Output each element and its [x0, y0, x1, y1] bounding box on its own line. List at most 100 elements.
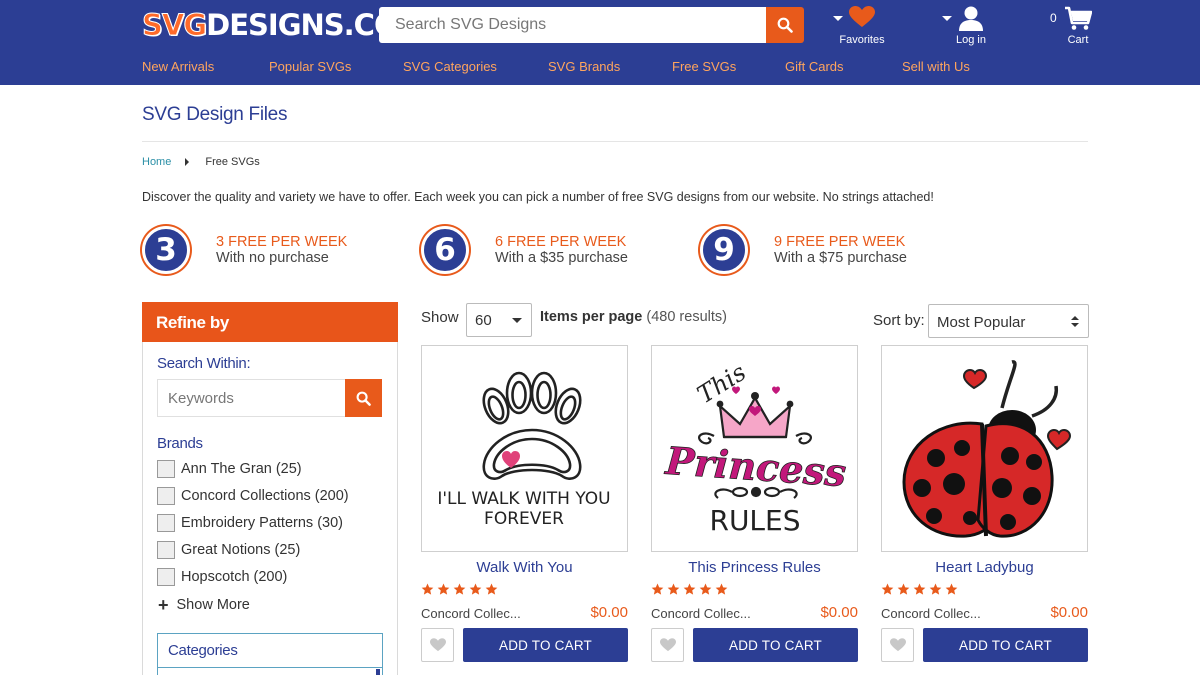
brand-filter-embroidery-patterns[interactable]: Embroidery Patterns (30)	[157, 514, 343, 532]
product-brand: Concord Collec...	[651, 606, 751, 621]
sort-value: Most Popular	[937, 314, 1026, 331]
categories-divider	[158, 667, 382, 668]
login-label: Log in	[956, 34, 986, 46]
plus-icon: +	[158, 595, 169, 615]
add-to-cart-button[interactable]: ADD TO CART	[693, 628, 858, 662]
add-to-cart-button[interactable]: ADD TO CART	[463, 628, 628, 662]
product-image[interactable]: I'LL WALK WITH YOU FOREVER	[421, 345, 628, 552]
logo-svg-text: SVG	[141, 8, 207, 43]
star-icon	[715, 583, 728, 595]
cart-icon	[1065, 6, 1092, 30]
star-icon	[437, 583, 450, 595]
tier-headline: 3 FREE PER WEEK	[216, 234, 348, 250]
nav-sell-with-us[interactable]: Sell with Us	[902, 59, 970, 74]
refine-by-header: Refine by	[142, 302, 398, 342]
search-within-label: Search Within:	[157, 355, 251, 372]
tier-number-badge: 9	[700, 226, 748, 274]
nav-svg-brands[interactable]: SVG Brands	[548, 59, 620, 74]
items-per-page-label: Items per page	[540, 309, 643, 325]
add-to-favorites-button[interactable]	[651, 628, 684, 662]
tier-subtext: With a $35 purchase	[495, 250, 628, 266]
show-more-brands-button[interactable]: + Show More	[158, 596, 250, 614]
breadcrumb: Home Free SVGs	[142, 156, 260, 168]
checkbox[interactable]	[157, 487, 175, 505]
rating-stars	[881, 583, 958, 597]
brand-filter-hopscotch[interactable]: Hopscotch (200)	[157, 568, 287, 586]
keywords-search-button[interactable]	[345, 379, 382, 417]
rating-stars	[421, 583, 498, 597]
checkbox[interactable]	[157, 541, 175, 559]
star-icon	[469, 583, 482, 595]
heart-icon	[659, 638, 676, 652]
tier-headline: 6 FREE PER WEEK	[495, 234, 627, 250]
product-image[interactable]: This Princess RULES	[651, 345, 858, 552]
login-button[interactable]: Log in	[950, 6, 992, 46]
star-icon	[929, 583, 942, 595]
product-price: $0.00	[1050, 604, 1088, 621]
artwork-text-line2: Princess	[663, 438, 847, 496]
star-icon	[699, 583, 712, 595]
product-price: $0.00	[820, 604, 858, 621]
breadcrumb-home-link[interactable]: Home	[142, 156, 171, 168]
brand-filter-great-notions[interactable]: Great Notions (25)	[157, 541, 300, 559]
title-divider	[142, 141, 1088, 142]
artwork-text-line1: I'LL WALK WITH YOU	[437, 489, 610, 509]
search-input[interactable]	[379, 7, 766, 43]
keywords-input[interactable]	[157, 379, 345, 417]
heart-icon	[889, 638, 906, 652]
sort-up-arrow-icon	[1071, 316, 1079, 320]
nav-free-svgs[interactable]: Free SVGs	[672, 59, 736, 74]
product-price: $0.00	[590, 604, 628, 621]
brand-filter-label: Embroidery Patterns (30)	[181, 515, 343, 531]
brand-filter-concord-collections[interactable]: Concord Collections (200)	[157, 487, 349, 505]
tier-number-badge: 6	[421, 226, 469, 274]
tier-subtext: With a $75 purchase	[774, 250, 907, 266]
artwork-text-line3: RULES	[709, 504, 800, 537]
categories-scrollbar[interactable]	[376, 669, 380, 675]
star-icon	[913, 583, 926, 595]
star-icon	[683, 583, 696, 595]
star-icon	[453, 583, 466, 595]
checkbox[interactable]	[157, 514, 175, 532]
favorites-label: Favorites	[839, 34, 885, 46]
nav-svg-categories[interactable]: SVG Categories	[403, 59, 497, 74]
search-icon	[777, 17, 793, 33]
brand-filter-ann-the-gran[interactable]: Ann The Gran (25)	[157, 460, 302, 478]
items-per-page-value: 60	[475, 311, 492, 329]
nav-new-arrivals[interactable]: New Arrivals	[142, 59, 214, 74]
page-title: SVG Design Files	[142, 104, 288, 125]
add-to-favorites-button[interactable]	[421, 628, 454, 662]
nav-popular-svgs[interactable]: Popular SVGs	[269, 59, 351, 74]
chevron-down-icon	[512, 318, 522, 323]
favorites-button[interactable]: Favorites	[837, 6, 887, 46]
tier-9-free: 9 9 FREE PER WEEK With a $75 purchase	[700, 226, 907, 274]
checkbox[interactable]	[157, 568, 175, 586]
user-icon	[959, 6, 983, 31]
tier-6-free: 6 6 FREE PER WEEK With a $35 purchase	[421, 226, 628, 274]
star-icon	[485, 583, 498, 595]
main-nav: New Arrivals Popular SVGs SVG Categories…	[0, 59, 1200, 79]
sort-down-arrow-icon	[1071, 323, 1079, 327]
star-icon	[421, 583, 434, 595]
items-per-page-info: Items per page (480 results)	[540, 309, 727, 325]
nav-gift-cards[interactable]: Gift Cards	[785, 59, 844, 74]
star-icon	[651, 583, 664, 595]
categories-panel[interactable]: Categories	[157, 633, 383, 675]
sort-select[interactable]: Most Popular	[928, 304, 1089, 338]
star-icon	[945, 583, 958, 595]
product-name[interactable]: Heart Ladybug	[881, 559, 1088, 576]
cart-button[interactable]: Cart	[1060, 6, 1096, 46]
add-to-favorites-button[interactable]	[881, 628, 914, 662]
product-brand: Concord Collec...	[881, 606, 981, 621]
items-per-page-select[interactable]: 60	[466, 303, 532, 337]
breadcrumb-current: Free SVGs	[205, 156, 260, 168]
product-name[interactable]: Walk With You	[421, 559, 628, 576]
brand-filter-label: Great Notions (25)	[181, 542, 301, 558]
checkbox[interactable]	[157, 460, 175, 478]
add-to-cart-button[interactable]: ADD TO CART	[923, 628, 1088, 662]
product-image[interactable]	[881, 345, 1088, 552]
search-button[interactable]	[766, 7, 804, 43]
product-name[interactable]: This Princess Rules	[651, 559, 858, 576]
results-count: (480 results)	[646, 309, 727, 325]
tier-3-free: 3 3 FREE PER WEEK With no purchase	[142, 226, 347, 274]
